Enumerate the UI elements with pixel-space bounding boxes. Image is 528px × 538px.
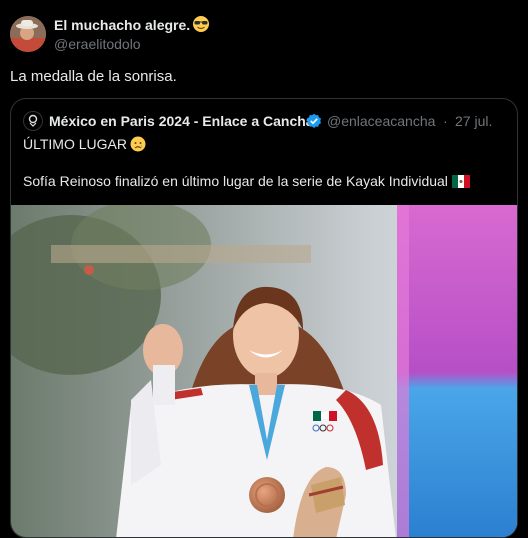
author-handle[interactable]: @eraelitodolo [54,36,141,52]
quoted-headline-text: ÚLTIMO LUGAR [23,136,127,152]
sad-face-emoji-icon [130,136,146,155]
quoted-tweet-headline: ÚLTIMO LUGAR [23,136,146,155]
sunglasses-face-emoji-icon [192,15,210,38]
quoted-body-text: Sofía Reinoso finalizó en último lugar d… [23,173,448,189]
verified-badge-icon [306,113,322,129]
separator-dot: · [443,113,448,129]
tweet-text: La medalla de la sonrisa. [10,68,177,85]
mexico-flag-icon [451,175,470,191]
quoted-author-name[interactable]: México en Paris 2024 - Enlace a Cancha [49,113,314,129]
author-info: El muchacho alegre. @eraelitodolo [54,15,210,52]
quoted-tweet-body: Sofía Reinoso finalizó en último lugar d… [23,173,470,191]
quoted-tweet[interactable]: México en Paris 2024 - Enlace a Cancha @… [10,98,518,538]
quoted-tweet-photo[interactable] [11,200,517,537]
tweet[interactable]: El muchacho alegre. @eraelitodolo La med… [0,0,528,538]
quoted-author-handle[interactable]: @enlaceacancha [327,113,435,129]
author-avatar[interactable] [10,16,46,52]
quoted-author-avatar[interactable] [23,111,43,131]
quoted-tweet-date[interactable]: 27 jul. [455,113,492,129]
author-name[interactable]: El muchacho alegre. [54,17,190,33]
